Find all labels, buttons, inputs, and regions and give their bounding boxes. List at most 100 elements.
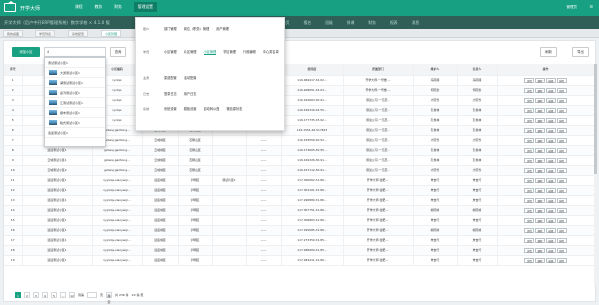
- row-action-button[interactable]: 编辑: [545, 177, 556, 183]
- row-action-button[interactable]: 删除: [535, 187, 546, 193]
- row-action-button[interactable]: 详情: [524, 157, 535, 163]
- row-action-button[interactable]: 详情: [524, 127, 535, 133]
- row-action-button[interactable]: 排除: [556, 257, 567, 263]
- row-action-button[interactable]: 删除: [535, 137, 546, 143]
- row-action-button[interactable]: 删除: [535, 107, 546, 113]
- nav-course[interactable]: 课程: [75, 4, 83, 12]
- subnav-class[interactable]: 班级: [325, 20, 333, 26]
- row-action-button[interactable]: 详情: [524, 217, 535, 223]
- row-action-button[interactable]: 删除: [535, 147, 546, 153]
- row-action-button[interactable]: 删除: [535, 157, 546, 163]
- row-action-button[interactable]: 编辑: [545, 237, 556, 243]
- row-action-button[interactable]: 详情: [524, 207, 535, 213]
- add-community-button[interactable]: 添加小区: [12, 47, 40, 57]
- row-action-button[interactable]: 排除: [556, 147, 567, 153]
- subnav-report[interactable]: 报表: [390, 20, 398, 26]
- table-row[interactable]: 19 逍遥测试小区1 xyjczqs-xiaoyaoji... 逍遥城区 沪明区 —— 11…: [4, 255, 595, 266]
- menu-item[interactable]: 自动转公盘: [204, 106, 220, 111]
- row-action-button[interactable]: 详情: [524, 167, 535, 173]
- menu-item[interactable]: 用户日志: [184, 91, 197, 96]
- row-action-button[interactable]: 编辑: [545, 147, 556, 153]
- home-icon[interactable]: [4, 1, 16, 12]
- menu-item[interactable]: 部门管理: [164, 26, 177, 31]
- page-button[interactable]: 2: [24, 292, 30, 298]
- column-header[interactable]: 经纬度: [281, 64, 344, 76]
- menu-item[interactable]: 片区管理: [184, 49, 197, 55]
- menu-item[interactable]: 用户管理: [216, 26, 229, 31]
- nav-teaching[interactable]: 教务: [95, 4, 103, 12]
- row-action-button[interactable]: 删除: [535, 77, 546, 83]
- subnav-signup[interactable]: 报名: [304, 20, 312, 26]
- row-action-button[interactable]: 排除: [556, 87, 567, 93]
- row-action-button[interactable]: 删除: [535, 127, 546, 133]
- page-button[interactable]: ...: [60, 292, 66, 298]
- tab-student-list[interactable]: 学员列表: [35, 30, 56, 37]
- row-action-button[interactable]: 编辑: [545, 207, 556, 213]
- row-action-button[interactable]: 编辑: [545, 197, 556, 203]
- scrollbar-thumb[interactable]: [594, 64, 597, 174]
- row-action-button[interactable]: 编辑: [545, 97, 556, 103]
- row-action-button[interactable]: 排除: [556, 167, 567, 173]
- page-button[interactable]: 4: [42, 292, 48, 298]
- row-action-button[interactable]: 编辑: [545, 137, 556, 143]
- row-action-button[interactable]: 删除: [535, 167, 546, 173]
- table-row[interactable]: 13 逍遥测试小区1 xyjczqs-xiaoyaoji... 逍遥城区 沪明区 —— 11…: [4, 195, 595, 206]
- row-action-button[interactable]: 详情: [524, 177, 535, 183]
- menu-item[interactable]: 模板设置: [184, 106, 197, 111]
- row-action-button[interactable]: 详情: [524, 107, 535, 113]
- nav-finance[interactable]: 财务: [114, 4, 122, 12]
- subnav-schedule[interactable]: 排课: [347, 20, 355, 26]
- table-row[interactable]: 18 逍遥测试小区1 xyjczqs-xiaoyaoji... 逍遥城区 沪明区 —— 11…: [4, 245, 595, 256]
- row-action-button[interactable]: 排除: [556, 187, 567, 193]
- row-action-button[interactable]: 编辑: [545, 157, 556, 163]
- nav-management-settings[interactable]: 管理设置: [133, 2, 157, 12]
- column-header[interactable]: 维护人: [413, 64, 458, 76]
- row-action-button[interactable]: 删除: [535, 207, 546, 213]
- pagination-input[interactable]: [87, 292, 98, 298]
- pagination-size[interactable]: 20 条/页: [132, 293, 144, 297]
- row-action-button[interactable]: 编辑: [545, 127, 556, 133]
- row-action-button[interactable]: 编辑: [545, 187, 556, 193]
- suggestion-item[interactable]: 江测试测试小区1: [45, 98, 105, 108]
- notification-icon[interactable]: ☰: [589, 4, 593, 9]
- column-header[interactable]: 序号: [4, 64, 23, 76]
- row-action-button[interactable]: 排除: [556, 117, 567, 123]
- menu-item[interactable]: 微信源状态: [226, 106, 242, 111]
- row-action-button[interactable]: 详情: [524, 77, 535, 83]
- row-action-button[interactable]: 详情: [524, 117, 535, 123]
- row-action-button[interactable]: 删除: [535, 197, 546, 203]
- table-row[interactable]: 10 云城测试小区2 gzzwsj-gazhong... 云城城区 石狮山区 —— 116.…: [4, 165, 595, 176]
- tab-system-config[interactable]: 系统配置: [68, 30, 89, 37]
- table-row[interactable]: 9 云城测试小区1 gzzwsj-gazhong... 云城城区 石狮山区 —— 116.1…: [4, 155, 595, 166]
- row-action-button[interactable]: 删除: [535, 227, 546, 233]
- row-action-button[interactable]: 详情: [524, 187, 535, 193]
- table-row[interactable]: 16 逍遥测试小区1 xyjczqs-xiaoyaoji... 逍遥城区 沪明区 —— 11…: [4, 225, 595, 236]
- menu-item[interactable]: 学区管理: [223, 49, 236, 55]
- row-action-button[interactable]: 详情: [524, 237, 535, 243]
- export-button[interactable]: 导出: [572, 47, 589, 57]
- row-action-button[interactable]: 排除: [556, 247, 567, 253]
- row-action-button[interactable]: 排除: [556, 217, 567, 223]
- row-action-button[interactable]: 排除: [556, 77, 567, 83]
- menu-item[interactable]: 行政编辑: [243, 49, 256, 55]
- row-action-button[interactable]: 排除: [556, 227, 567, 233]
- row-action-button[interactable]: 删除: [535, 257, 546, 263]
- column-header[interactable]: 负责人: [457, 64, 498, 76]
- row-action-button[interactable]: 删除: [535, 217, 546, 223]
- suggestion-item[interactable]: 湖测试测试小区1: [45, 78, 105, 88]
- row-action-button[interactable]: 排除: [556, 237, 567, 243]
- row-action-button[interactable]: 详情: [524, 227, 535, 233]
- row-action-button[interactable]: 详情: [524, 257, 535, 263]
- column-header[interactable]: 操作: [497, 64, 595, 76]
- menu-item[interactable]: 系统设置: [164, 106, 177, 111]
- menu-item[interactable]: 小区管理: [164, 49, 177, 55]
- refresh-button[interactable]: 刷新: [540, 47, 557, 57]
- subnav-finance[interactable]: 财务: [368, 20, 376, 26]
- row-action-button[interactable]: 排除: [556, 177, 567, 183]
- menu-item[interactable]: 岗位（职务）管理: [184, 26, 210, 31]
- row-action-button[interactable]: 排除: [556, 197, 567, 203]
- menu-item[interactable]: 登录日志: [164, 91, 177, 96]
- row-action-button[interactable]: 排除: [556, 137, 567, 143]
- row-action-button[interactable]: 删除: [535, 87, 546, 93]
- row-action-button[interactable]: 排除: [556, 207, 567, 213]
